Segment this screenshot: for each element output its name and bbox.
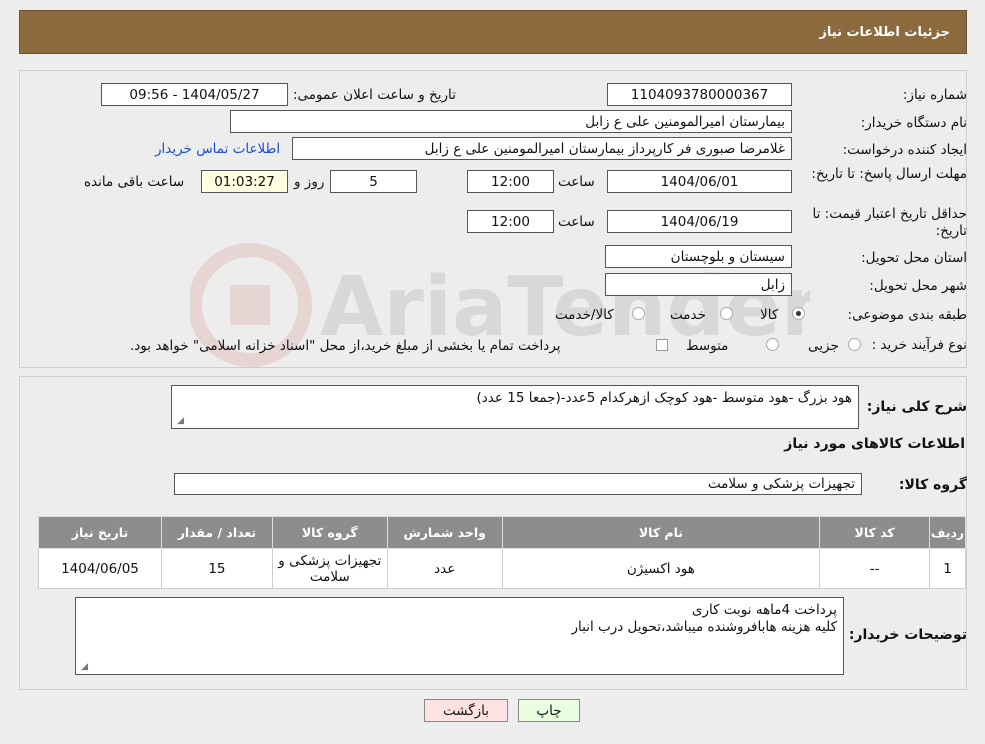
treasury-bonds-checkbox[interactable] — [656, 339, 668, 351]
validity-time-label: ساعت — [558, 214, 595, 230]
cell-unit: عدد — [386, 548, 503, 589]
category-label: طبقه بندی موضوعی: — [847, 307, 967, 323]
days-field: 5 — [330, 170, 417, 193]
validity-time-field: 12:00 — [467, 210, 554, 233]
deadline-time-field: 12:00 — [467, 170, 554, 193]
buyer-field: بیمارستان امیرالمومنین علی ع زابل — [230, 110, 792, 133]
province-field: سیستان و بلوچستان — [605, 245, 792, 268]
category-option-goods: کالا — [760, 307, 779, 323]
deadline-label: مهلت ارسال پاسخ: تا تاریخ: — [811, 166, 967, 182]
creator-field: غلامرضا صبوری فر کارپرداز بیمارستان امیر… — [292, 137, 792, 160]
buyer-notes-label: توضیحات خریدار: — [848, 627, 967, 643]
col-qty-header: تعداد / مقدار — [160, 516, 273, 549]
buyer-notes-line-1: پرداخت 4ماهه نوبت کاری — [691, 602, 837, 618]
days-label: روز و — [294, 174, 325, 190]
col-row-header: ردیف — [929, 516, 966, 549]
validity-date-field: 1404/06/19 — [607, 210, 792, 233]
cell-group: تجهیزات پزشکی و سلامت — [271, 548, 388, 589]
need-number-field: 1104093780000367 — [607, 83, 792, 106]
contact-buyer-link[interactable]: اطلاعات تماس خریدار — [155, 141, 280, 157]
remaining-label: ساعت باقی مانده — [84, 174, 185, 190]
cell-row: 1 — [929, 548, 966, 589]
col-group-header: گروه کالا — [271, 516, 388, 549]
province-label: استان محل تحویل: — [861, 250, 967, 266]
validity-label: حداقل تاریخ اعتبار قیمت: تا تاریخ: — [812, 206, 967, 239]
category-radio-goods-service[interactable] — [632, 307, 645, 320]
announce-label: تاریخ و ساعت اعلان عمومی: — [293, 87, 456, 103]
resize-handle-icon[interactable]: ◢ — [175, 417, 184, 426]
cell-name: هود اکسیژن — [501, 548, 821, 589]
page-title: جزئیات اطلاعات نیاز — [819, 24, 950, 40]
deadline-time-label: ساعت — [558, 174, 595, 190]
goods-group-field: تجهیزات پزشکی و سلامت — [174, 473, 862, 495]
category-option-service: خدمت — [670, 307, 706, 323]
process-radio-medium[interactable] — [766, 338, 779, 351]
process-radio-partial[interactable] — [848, 338, 861, 351]
buyer-label: نام دستگاه خریدار: — [860, 115, 967, 131]
remaining-time-field: 01:03:27 — [201, 170, 288, 193]
deadline-date-field: 1404/06/01 — [607, 170, 792, 193]
cell-date: 1404/06/05 — [38, 548, 162, 589]
announce-date-field: 1404/05/27 - 09:56 — [101, 83, 288, 106]
table-header-row: ردیف کد کالا نام کالا واحد شمارش گروه کا… — [38, 516, 966, 549]
cell-code: -- — [819, 548, 931, 589]
resize-handle-icon[interactable]: ◢ — [79, 663, 88, 672]
table-row: 1 -- هود اکسیژن عدد تجهیزات پزشکی و سلام… — [38, 548, 966, 589]
process-option-medium: متوسط — [686, 338, 729, 354]
goods-group-label: گروه کالا: — [898, 477, 967, 493]
city-label: شهر محل تحویل: — [869, 278, 967, 294]
description-label: شرح کلی نیاز: — [866, 399, 967, 415]
need-number-label: شماره نیاز: — [902, 87, 967, 103]
buyer-notes-textarea[interactable]: پرداخت 4ماهه نوبت کاری کلیه هزینه هابافر… — [75, 597, 844, 675]
process-label: نوع فرآیند خرید : — [871, 337, 967, 353]
print-button[interactable]: چاپ — [518, 699, 580, 722]
back-button[interactable]: بازگشت — [424, 699, 508, 722]
col-unit-header: واحد شمارش — [386, 516, 503, 549]
process-option-partial: جزیی — [808, 338, 839, 354]
goods-info-title: اطلاعات کالاهای مورد نیاز — [784, 436, 965, 452]
process-note: پرداخت تمام یا بخشی از مبلغ خرید،از محل … — [130, 338, 561, 354]
col-date-header: تاریخ نیاز — [38, 516, 162, 549]
category-radio-service[interactable] — [720, 307, 733, 320]
city-field: زابل — [605, 273, 792, 296]
description-textarea[interactable]: هود بزرگ -هود متوسط -هود کوچک ازهرکدام 5… — [171, 385, 859, 429]
category-option-goods-service: کالا/خدمت — [555, 307, 614, 323]
cell-qty: 15 — [160, 548, 273, 589]
col-name-header: نام کالا — [501, 516, 821, 549]
category-radio-goods[interactable] — [792, 307, 805, 320]
creator-label: ایجاد کننده درخواست: — [842, 142, 967, 158]
items-table: ردیف کد کالا نام کالا واحد شمارش گروه کا… — [38, 516, 966, 589]
col-code-header: کد کالا — [819, 516, 931, 549]
buyer-notes-line-2: کلیه هزینه هابافروشنده میباشد،تحویل درب … — [571, 619, 838, 635]
description-text: هود بزرگ -هود متوسط -هود کوچک ازهرکدام 5… — [476, 390, 852, 406]
page-header: جزئیات اطلاعات نیاز — [19, 10, 967, 54]
